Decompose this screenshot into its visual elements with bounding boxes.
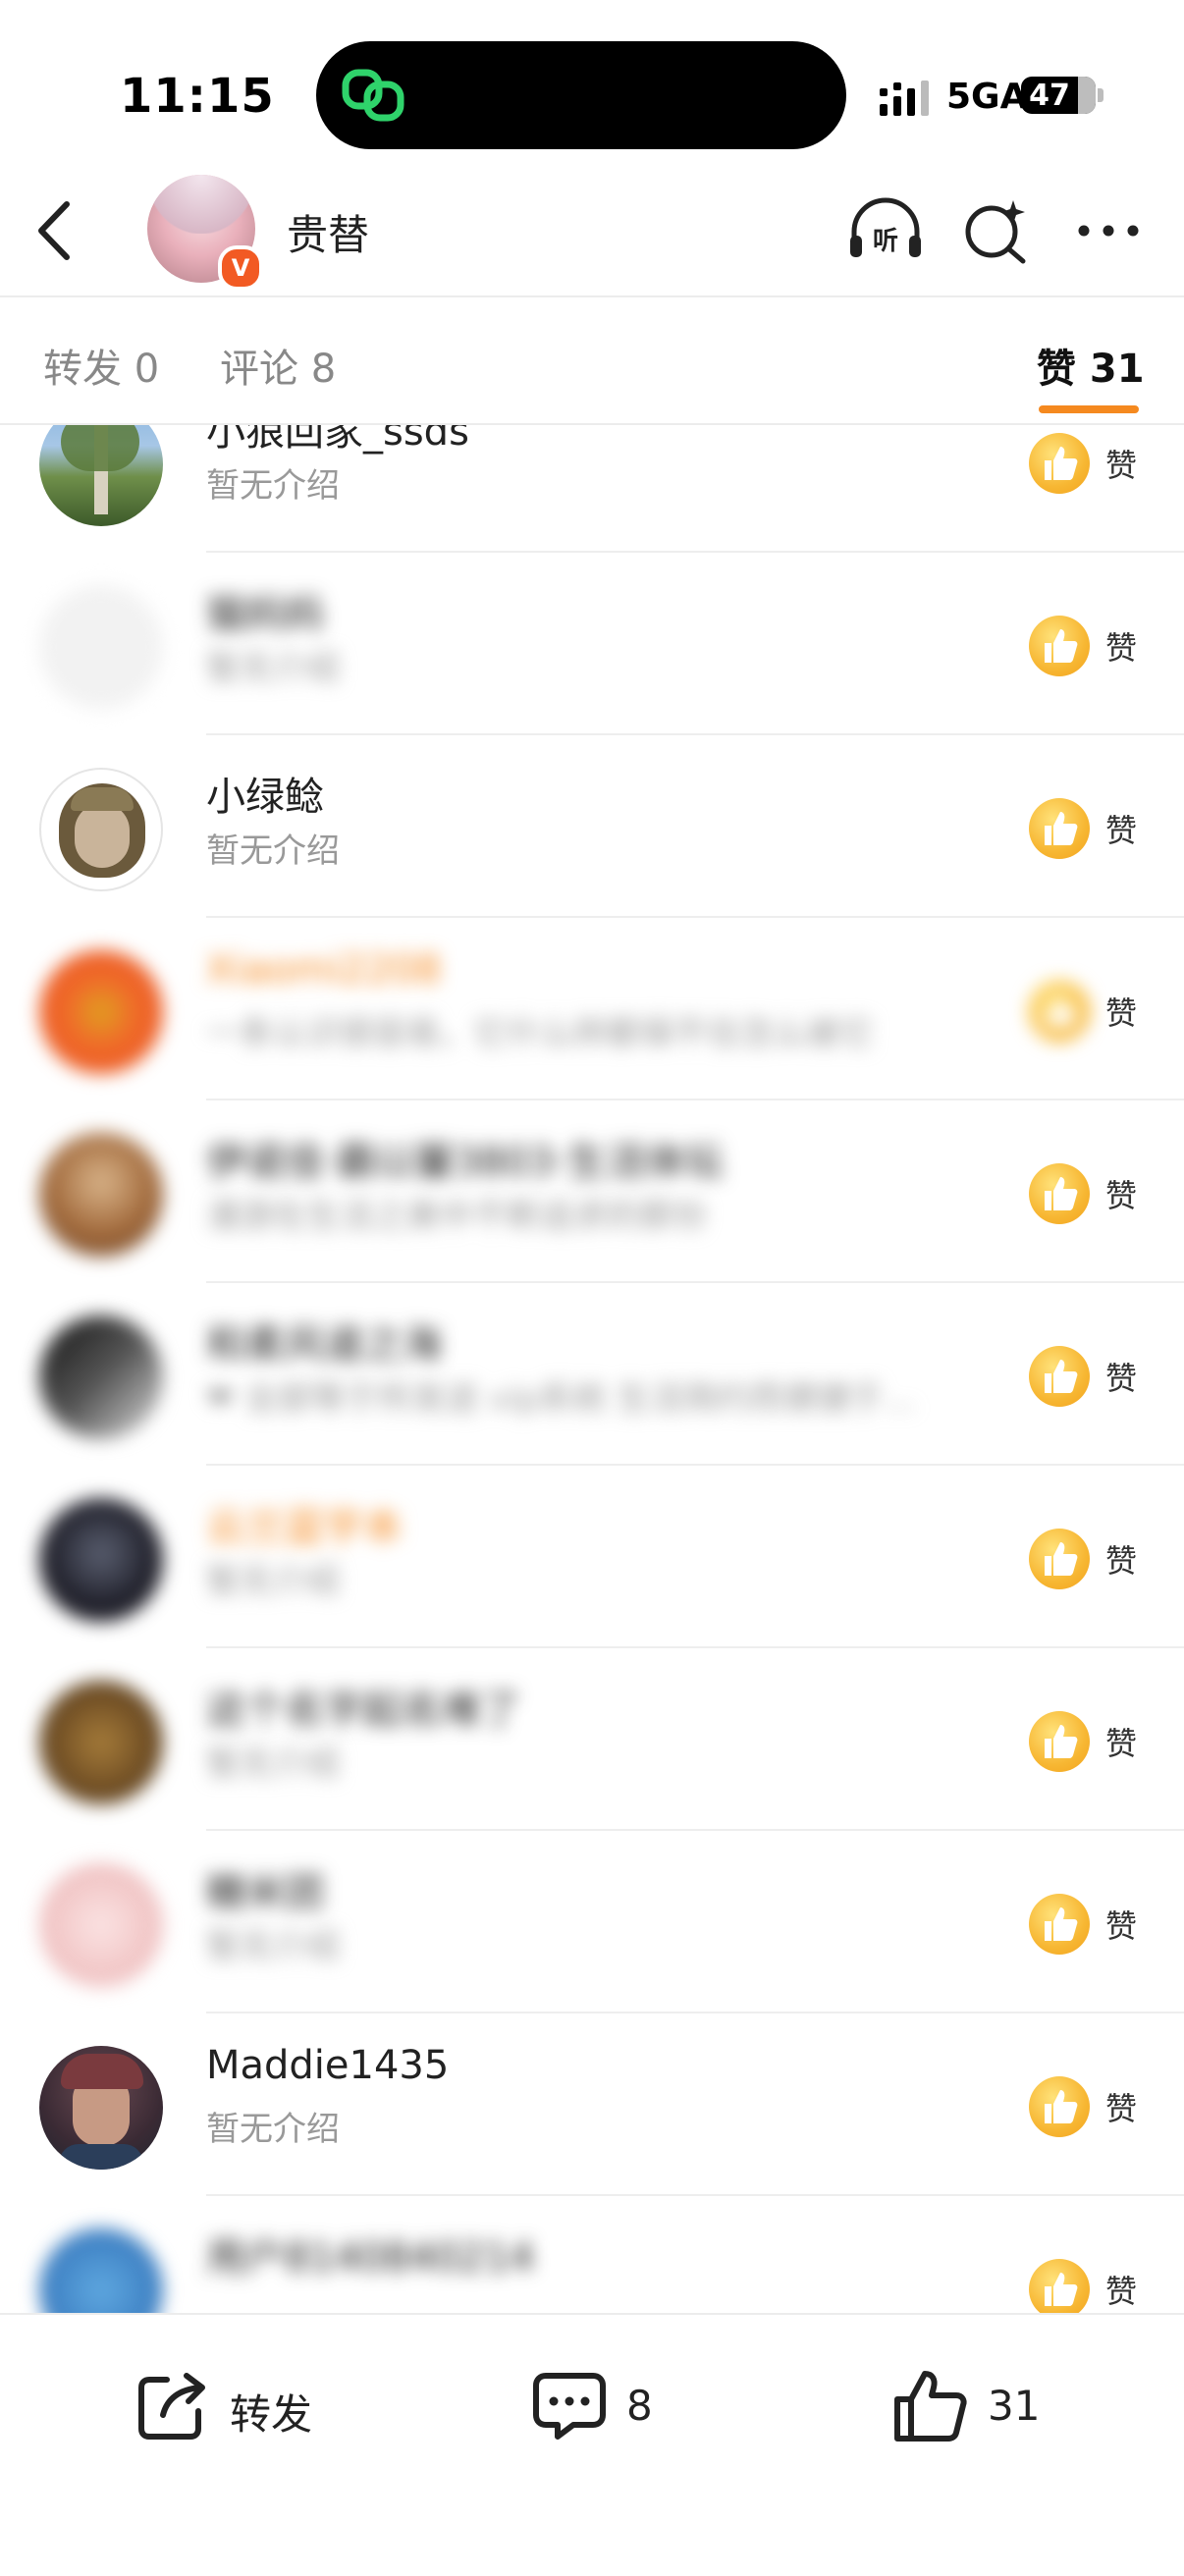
tab-comments[interactable]: 评论 8	[220, 337, 336, 394]
page-title[interactable]: 贵替	[287, 202, 369, 262]
thumbs-up-icon	[1029, 433, 1090, 494]
battery-icon: 47	[1021, 77, 1096, 114]
battery-cap	[1098, 88, 1103, 102]
thumbs-up-icon	[1029, 1163, 1090, 1224]
liker-bio: 暂无介绍	[206, 649, 340, 688]
liker-name[interactable]: 猫妈妈	[206, 582, 324, 639]
list-item[interactable]: 这个名字起名难了 暂无介绍 赞	[0, 1648, 1184, 1831]
liker-name[interactable]: 和柔风道之海	[206, 1313, 442, 1369]
liker-name[interactable]: 小狼回家_ssds	[206, 425, 469, 456]
listen-icon[interactable]: 听	[846, 196, 925, 265]
active-tab-indicator	[1039, 405, 1139, 413]
signal-icon	[880, 80, 929, 116]
liker-bio: 一条认识很容易，它什么样都保不住怎么被它	[206, 1014, 874, 1053]
list-item[interactable]: 用户8140840214 赞	[0, 2196, 1184, 2313]
avatar[interactable]	[39, 585, 163, 709]
list-item[interactable]: 糖米团 暂无介绍 赞	[0, 1831, 1184, 2013]
list-item[interactable]: 和柔风道之海 ❤ 全部等于所发送 vip系统 生活简约而便捷于... 赞	[0, 1283, 1184, 1466]
liker-name[interactable]: 糖米团	[206, 1860, 324, 1917]
like-label: 赞	[1105, 1542, 1138, 1580]
liker-bio: 暂无介绍	[206, 2110, 340, 2149]
liker-bio: 暂无介绍	[206, 466, 340, 506]
thumbs-up-icon	[1029, 2259, 1090, 2313]
avatar[interactable]	[39, 1315, 163, 1439]
avatar[interactable]	[39, 1133, 163, 1257]
avatar[interactable]	[39, 425, 163, 526]
avatar[interactable]	[39, 1498, 163, 1622]
liker-bio: 暂无介绍	[206, 832, 340, 871]
avatar[interactable]	[39, 2046, 163, 2170]
thumbs-up-icon	[1029, 1711, 1090, 1772]
list-item[interactable]: 伊诺佳·霸以馨3803·生活体坛 漫游在生活之美中不断追求的那份 赞	[0, 1100, 1184, 1283]
thumbs-up-icon	[1029, 1346, 1090, 1407]
liker-bio: 暂无介绍	[206, 1744, 340, 1784]
link-icon	[342, 69, 404, 122]
back-icon[interactable]	[24, 196, 92, 265]
thumbs-up-icon	[1029, 616, 1090, 676]
thumbs-up-icon	[1029, 2076, 1090, 2137]
liker-name[interactable]: 小绿鲶	[206, 765, 324, 822]
verified-badge: V	[218, 245, 263, 291]
liker-name[interactable]: 这个名字起名难了	[206, 1678, 520, 1735]
like-label: 赞	[1105, 1725, 1138, 1762]
like-label: 赞	[1105, 1907, 1138, 1945]
list-item[interactable]: Maddie1435 暂无介绍 赞	[0, 2013, 1184, 2196]
list-item[interactable]: 小狼回家_ssds 暂无介绍 赞	[0, 425, 1184, 553]
dynamic-island	[316, 41, 846, 149]
like-label: 赞	[1105, 1360, 1138, 1397]
liker-name[interactable]: Xiaomi2208	[206, 947, 441, 993]
thumbs-up-icon	[1029, 798, 1090, 859]
avatar[interactable]	[39, 1681, 163, 1804]
like-label: 赞	[1105, 994, 1138, 1032]
likers-list: 小狼回家_ssds 暂无介绍 赞 猫妈妈 暂无介绍 赞 小绿鲶 暂无介绍 赞 X…	[0, 425, 1184, 2313]
liker-name[interactable]: 用户8140840214	[206, 2226, 535, 2282]
thumbs-up-icon	[1029, 1529, 1090, 1589]
like-label: 赞	[1105, 2273, 1138, 2310]
bottom-action-bar: 转发 8 31	[0, 2313, 1184, 2576]
comment-count: 8	[626, 2382, 653, 2430]
list-item[interactable]: Xiaomi2208 一条认识很容易，它什么样都保不住怎么被它 赞	[0, 918, 1184, 1100]
share-icon	[138, 2373, 205, 2440]
svg-text:听: 听	[873, 227, 898, 256]
thumbs-up-icon	[1029, 1894, 1090, 1955]
liker-bio: ❤ 全部等于所发送 vip系统 生活简约而便捷于...	[206, 1379, 916, 1419]
list-item[interactable]: 小绿鲶 暂无介绍 赞	[0, 735, 1184, 918]
like-label: 赞	[1105, 1177, 1138, 1214]
tab-bar: 转发 0 评论 8 赞 31	[0, 297, 1184, 423]
like-label: 赞	[1105, 447, 1138, 484]
repost-label: 转发	[230, 2390, 313, 2439]
like-label: 赞	[1105, 812, 1138, 849]
thumbs-up-icon	[894, 2371, 967, 2442]
avatar[interactable]	[39, 768, 163, 891]
nav-header: V 贵替 听	[0, 167, 1184, 296]
liker-bio: 暂无介绍	[206, 1562, 340, 1601]
liker-bio: 漫游在生活之美中不断追求的那份	[206, 1197, 707, 1236]
list-item[interactable]: 云兰蓝宇本 暂无介绍 赞	[0, 1466, 1184, 1648]
like-label: 赞	[1105, 2090, 1138, 2127]
avatar[interactable]	[39, 950, 163, 1074]
comment-icon	[533, 2373, 606, 2440]
liker-name[interactable]: 云兰蓝宇本	[206, 1495, 403, 1552]
liker-bio: 暂无介绍	[206, 1927, 340, 1966]
ai-search-icon[interactable]	[962, 196, 1031, 265]
more-icon[interactable]	[1074, 206, 1143, 255]
like-label: 赞	[1105, 629, 1138, 667]
liker-name[interactable]: Maddie1435	[206, 2043, 449, 2088]
tab-reposts[interactable]: 转发 0	[43, 337, 159, 394]
like-count: 31	[988, 2382, 1041, 2430]
network-type: 5GA	[946, 77, 1028, 117]
list-item[interactable]: 猫妈妈 暂无介绍 赞	[0, 553, 1184, 735]
battery-level: 47	[1029, 79, 1070, 113]
thumbs-up-icon	[1029, 981, 1090, 1042]
tab-likes[interactable]: 赞 31	[1037, 337, 1145, 394]
avatar[interactable]	[39, 2228, 163, 2313]
liker-name[interactable]: 伊诺佳·霸以馨3803·生活体坛	[206, 1130, 724, 1187]
status-bar: 11:15 5GA 47	[0, 0, 1184, 167]
status-time: 11:15	[120, 69, 275, 124]
avatar[interactable]	[39, 1863, 163, 1987]
